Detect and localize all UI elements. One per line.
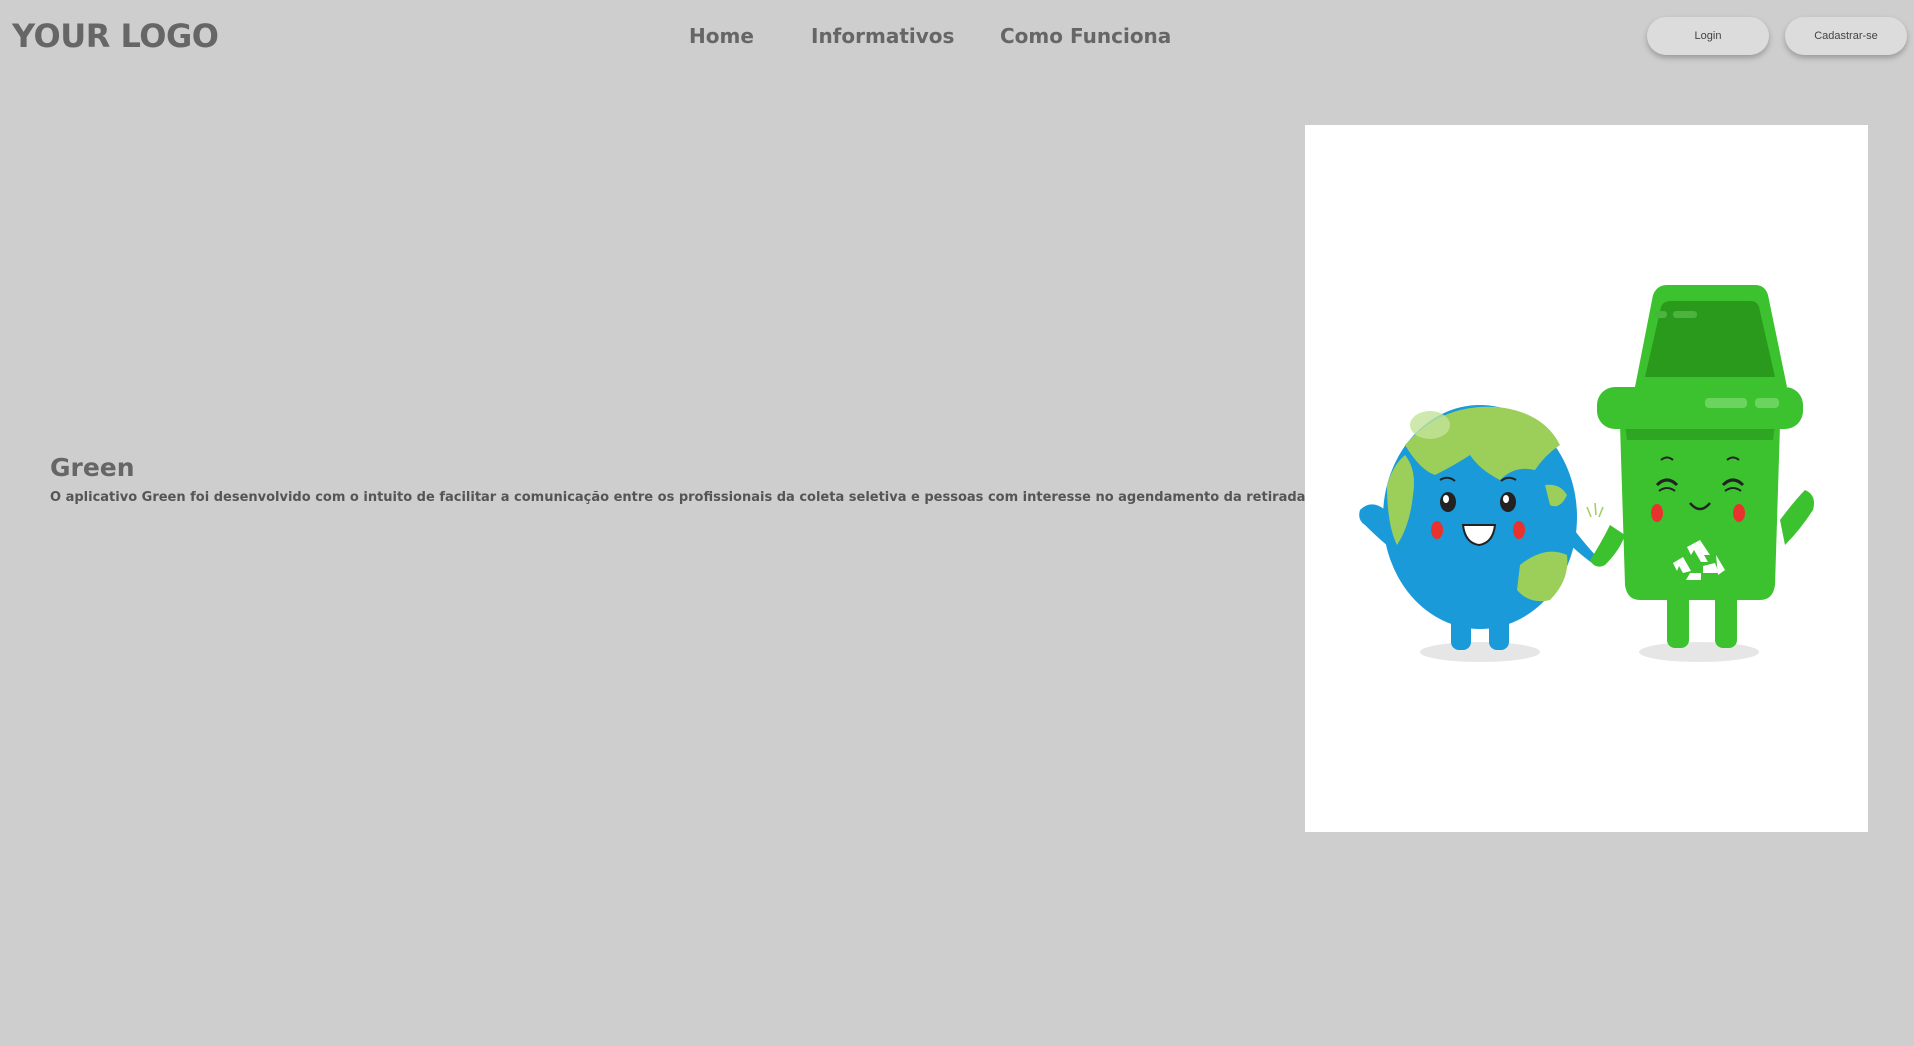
bin-arm-left — [1590, 525, 1625, 567]
hero-title: Green — [50, 453, 135, 482]
login-button[interactable]: Login — [1647, 17, 1769, 55]
earth-cheek-right — [1513, 521, 1525, 539]
nav-home-link[interactable]: Home — [689, 22, 754, 50]
bin-cheek-left — [1651, 504, 1663, 522]
earth-eye-right — [1500, 492, 1516, 512]
bin-shadow — [1639, 642, 1759, 662]
bin-cheek-right — [1733, 504, 1745, 522]
bin-arm-right — [1780, 490, 1814, 545]
hero-description: O aplicativo Green foi desenvolvido com … — [50, 490, 1407, 505]
earth-cheek-left — [1431, 521, 1443, 539]
earth-eye-left — [1440, 492, 1456, 512]
landing-page: YOUR LOGO Home Informativos Como Funcion… — [0, 0, 1914, 1046]
nav-informativos-link[interactable]: Informativos — [811, 22, 954, 50]
earth-and-recycle-bin-illustration — [1305, 125, 1868, 832]
nav-como-funciona-link[interactable]: Como Funciona — [1000, 22, 1171, 50]
main-nav: Home Informativos Como Funciona — [0, 22, 1914, 52]
earth-shadow — [1420, 642, 1540, 662]
signup-button[interactable]: Cadastrar-se — [1785, 17, 1907, 55]
earth-highlight — [1410, 411, 1450, 439]
